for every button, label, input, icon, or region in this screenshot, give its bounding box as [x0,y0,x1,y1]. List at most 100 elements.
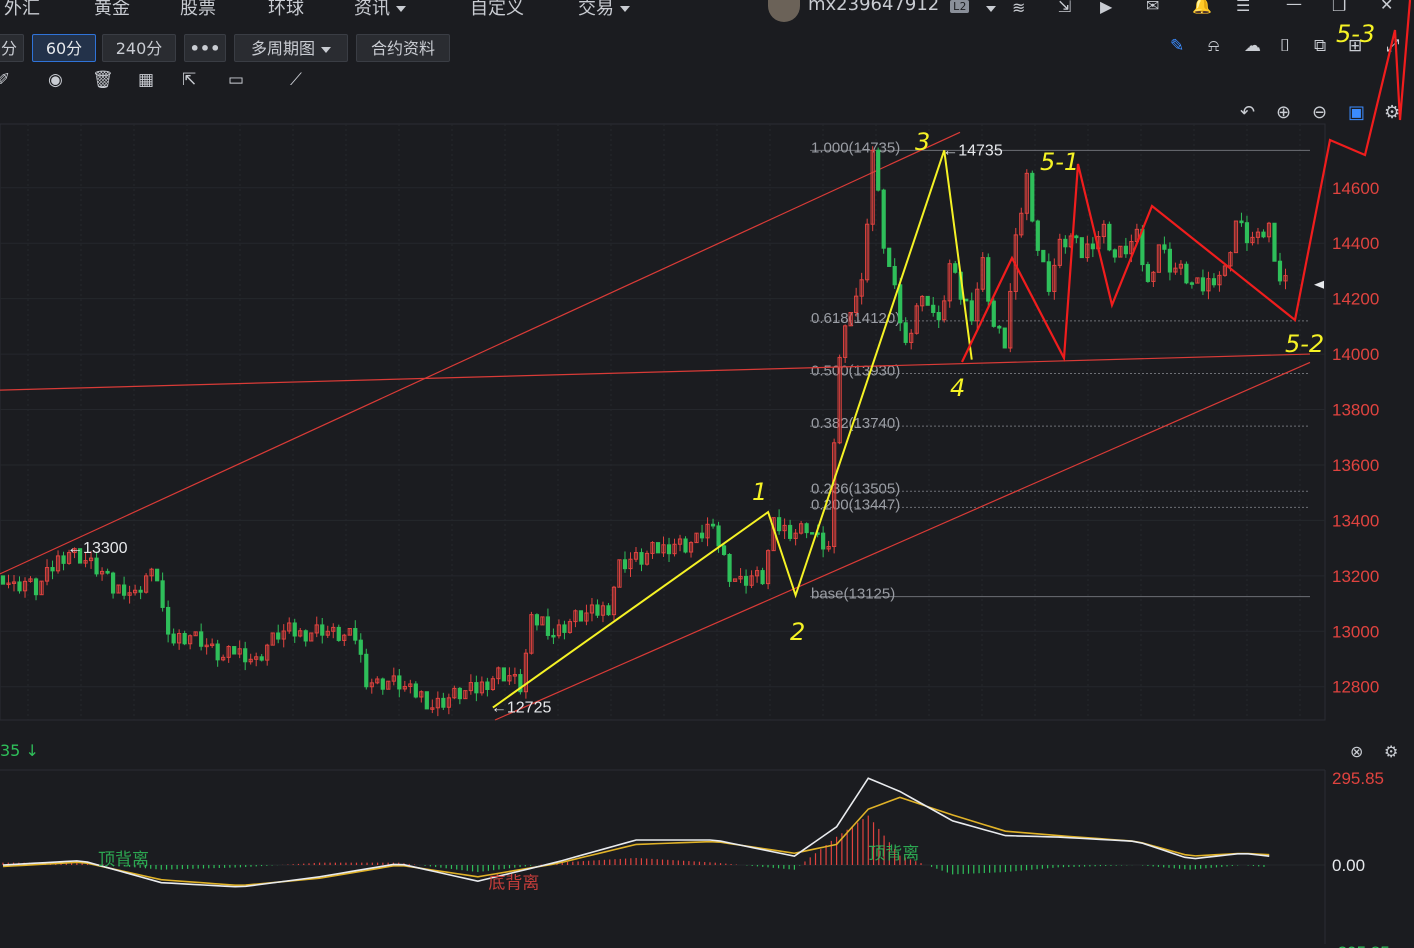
candle-body [232,646,237,655]
price-tick-label: 14200 [1332,290,1379,309]
current-price-marker [1314,280,1324,289]
candle-body [699,532,705,539]
candle-body [259,656,264,661]
wave-label: 1 [752,478,767,506]
candle-body [1211,278,1217,286]
zoom-out-icon[interactable]: ⊖ [1312,102,1327,123]
candle-body [1063,238,1068,248]
candle-body [380,678,385,690]
candle-body [887,247,892,267]
candle-body [424,691,429,710]
price-axis: 14600 14400 14200 14000 13800 13600 13400 13200… [1314,179,1379,697]
macd-tick-label: -295.85 [1332,943,1390,948]
price-tick-label: 13600 [1332,456,1379,475]
candle-body [1167,248,1173,273]
candle-body [397,675,402,690]
wave-label: 5-3 [1336,20,1375,48]
undo-icon[interactable]: ↶ [1240,102,1255,123]
channel-lower-line [494,361,1311,721]
candle-body [160,580,165,608]
candle-body [1002,327,1007,349]
candle-body [182,633,187,645]
candle-body [903,322,908,343]
candle-body [892,265,897,286]
candle-body [986,257,991,302]
candle-body [358,639,363,655]
candle-body [1244,222,1250,244]
candle-body [760,570,765,585]
candle-body [1162,244,1167,250]
candle-body [105,570,110,574]
divergence-label: 底背离 [488,874,539,894]
candle-body [215,643,220,661]
candle-body [721,545,727,556]
candle-body [898,284,903,324]
candle-body [743,575,749,586]
price-tick-label: 14000 [1332,345,1379,364]
grid [0,123,1326,721]
price-tick-label: 14400 [1332,234,1379,253]
settings-icon[interactable]: ⚙ [1384,102,1400,123]
price-tick-label: 12800 [1332,678,1379,697]
layout-icon[interactable]: ▣ [1348,102,1365,123]
macd-dea-line [2,796,1270,886]
candle-body [61,555,66,564]
candle-body [821,532,826,550]
candle-body [578,610,584,622]
candle-body [804,523,809,534]
candle-body [485,681,490,691]
indicator-value-text: 35 [0,741,21,760]
candle-body [364,653,369,688]
candle-body [320,624,325,636]
candle-body [1046,261,1051,292]
candle-body [110,572,116,594]
candle-body [683,538,688,553]
candle-body [1107,223,1112,251]
candle-body [50,567,55,572]
candle-body [936,312,941,321]
fib-level-label: base(13125) [811,586,895,603]
macd-tick-label: 0.00 [1332,856,1365,875]
divergence-label: 顶背离 [868,844,919,864]
macd-tick-label: 295.85 [1332,769,1384,788]
candle-body [964,298,969,302]
candle-body [931,304,936,314]
candle-body [121,584,127,596]
candle-body [292,622,297,637]
candle-body [777,517,782,532]
candle-body [1041,249,1046,263]
fib-level-label: 1.000(14735) [811,139,900,156]
candle-body [138,589,143,593]
panel-settings-icon[interactable]: ⚙ [1384,742,1398,761]
price-tick-label: 13800 [1332,401,1379,420]
fib-level-label: 0.500(13930) [811,362,900,379]
candle-body [1261,231,1266,238]
chart-canvas[interactable]: 1.000(14735)0.618(14120)0.500(13930)0.38… [0,0,1414,948]
candle-body [1272,222,1277,262]
candle-body [1239,220,1244,224]
candle-body [1200,277,1206,292]
candle-body [276,632,281,640]
candle-body [441,697,446,708]
candle-body [336,626,341,641]
candle-body [94,557,99,575]
candle-body [953,263,958,273]
candle-body [881,189,886,249]
candle-body [876,149,881,191]
price-tick-label: 13000 [1332,622,1379,641]
candle-body [1035,220,1040,251]
candle-body [595,604,600,616]
close-panel-icon[interactable]: ⊗ [1350,742,1363,761]
wave-label: 3 [915,128,930,156]
main-panel-border [0,123,1326,721]
arrow-down-icon: ↓ [25,741,39,760]
candle-body [562,624,567,633]
candle-body [1030,172,1035,222]
zoom-in-icon[interactable]: ⊕ [1276,102,1291,123]
candle-body [0,575,6,585]
candle-body [1112,249,1117,258]
candle-body [353,628,358,641]
price-tick-label: 14600 [1332,179,1379,198]
candle-body [457,687,462,700]
candle-body [171,633,176,644]
